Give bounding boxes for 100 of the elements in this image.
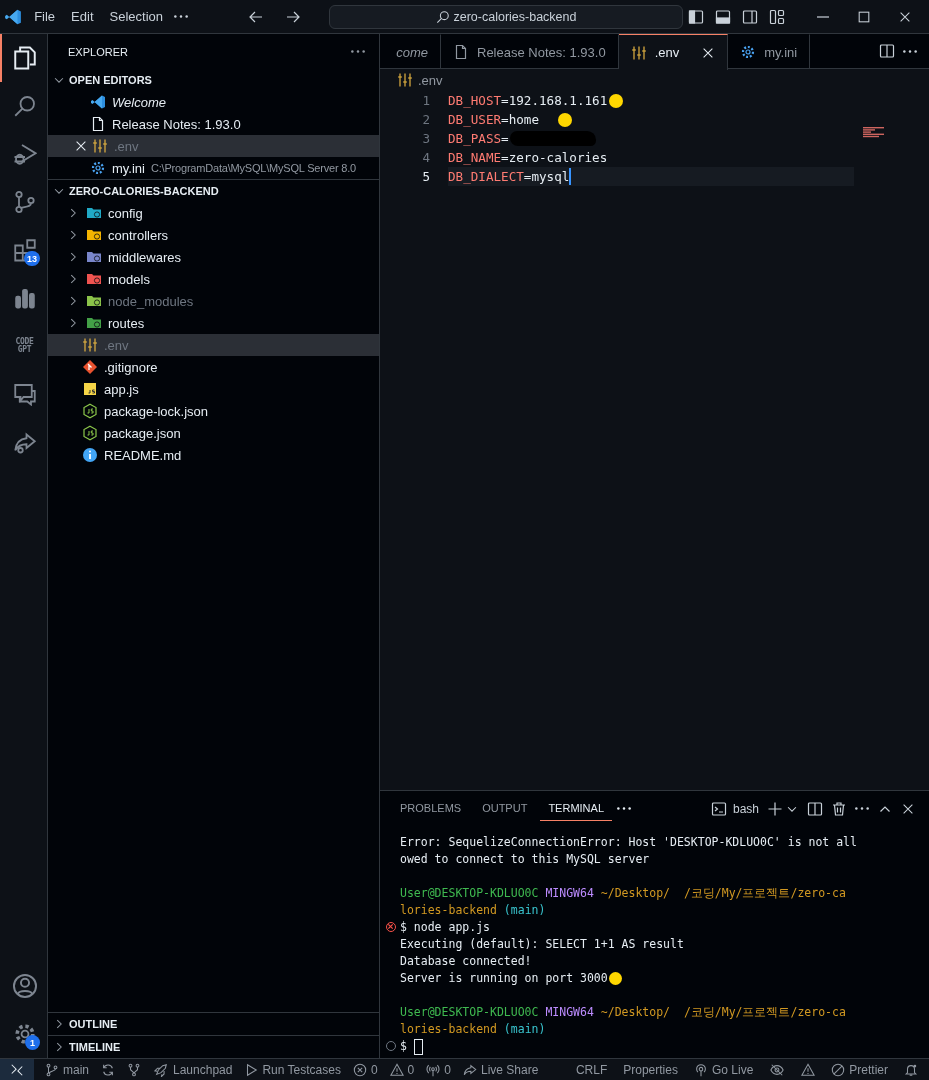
split-editor-icon bbox=[879, 43, 895, 59]
menu-item[interactable]: Edit bbox=[63, 6, 102, 27]
section-header[interactable]: TIMELINE bbox=[48, 1036, 379, 1058]
line-number: 2 bbox=[421, 112, 430, 127]
sync-icon bbox=[101, 1062, 115, 1077]
command-center-search[interactable]: zero-calories-backend bbox=[329, 4, 683, 29]
menu-item[interactable]: File bbox=[26, 6, 64, 27]
ports-status-button[interactable]: 0 bbox=[421, 1059, 456, 1080]
chat-icon bbox=[12, 382, 37, 406]
breadcrumb[interactable]: .env bbox=[418, 72, 443, 88]
editor-tab[interactable]: .env bbox=[618, 34, 729, 70]
hexagon-js-icon bbox=[82, 403, 98, 419]
terminal-line: Server is running on port 3000 bbox=[400, 970, 608, 987]
sidebar-layout-icon bbox=[688, 8, 704, 25]
folder-item[interactable]: config bbox=[48, 202, 379, 224]
search-icon bbox=[12, 94, 37, 118]
status-item[interactable]: Properties bbox=[618, 1059, 683, 1080]
menu-item[interactable]: Selection bbox=[101, 6, 171, 27]
terminal-line: Error: SequelizeConnectionError: Host 'DESKTOP-KDLUO0C' is not all bbox=[400, 834, 857, 851]
status-item[interactable]: CRLF bbox=[570, 1059, 613, 1080]
info-icon bbox=[82, 447, 98, 463]
extensions-activity-button[interactable]: 13 bbox=[0, 226, 47, 274]
branch-icon bbox=[45, 1062, 59, 1077]
line-number: 5 bbox=[421, 169, 430, 184]
panel-layout-icon bbox=[715, 8, 731, 25]
account-icon bbox=[11, 973, 38, 999]
terminal-line: Database connected! bbox=[400, 953, 532, 970]
close-icon bbox=[74, 139, 88, 153]
bar-chart-icon bbox=[13, 287, 36, 309]
section-header[interactable]: OPEN EDITORS bbox=[48, 69, 379, 91]
more-button[interactable] bbox=[855, 807, 869, 810]
explorer-entry[interactable]: .gitignore bbox=[48, 356, 379, 378]
sliders-icon bbox=[92, 138, 108, 154]
sliders-icon bbox=[82, 337, 98, 353]
terminal-line: $ bbox=[400, 1038, 407, 1055]
rocket-status-button[interactable]: Launchpad bbox=[148, 1059, 238, 1080]
more-button[interactable] bbox=[351, 50, 365, 53]
prettier-status-button[interactable]: Prettier bbox=[826, 1059, 893, 1080]
eye-off-icon bbox=[769, 1062, 786, 1077]
minimize-icon bbox=[817, 15, 829, 18]
document-icon bbox=[90, 116, 106, 132]
warning-status-button[interactable]: 0 bbox=[384, 1059, 420, 1080]
sliders-icon bbox=[397, 72, 413, 88]
code-line: DB_DIALECT=mysql bbox=[448, 169, 570, 184]
folder-item[interactable]: controllers bbox=[48, 224, 379, 246]
terminal-line: lories-backend (main) bbox=[400, 1021, 546, 1038]
explorer-entry[interactable]: package.json bbox=[48, 422, 379, 444]
folder-item[interactable]: routes bbox=[48, 312, 379, 334]
folder-item[interactable]: middlewares bbox=[48, 246, 379, 268]
search-icon bbox=[435, 9, 450, 24]
section-header[interactable]: ZERO-CALORIES-BACKEND bbox=[48, 180, 379, 202]
editor-tab[interactable]: Release Notes: 1.93.0 bbox=[441, 34, 619, 69]
more-button[interactable] bbox=[617, 807, 631, 810]
more-icon bbox=[351, 50, 365, 53]
split-editor-button[interactable] bbox=[879, 43, 895, 59]
folder-item[interactable]: node_modules bbox=[48, 290, 379, 312]
editor-tab[interactable]: come bbox=[380, 34, 441, 69]
explorer-entry[interactable]: README.md bbox=[48, 444, 379, 466]
code-line: DB_HOST=192.168.1.161 bbox=[448, 93, 608, 108]
gear-icon bbox=[90, 160, 106, 176]
more-icon bbox=[174, 15, 188, 18]
line-number: 3 bbox=[421, 131, 430, 146]
no-entry-icon bbox=[831, 1062, 846, 1077]
code-gpt-button[interactable]: CODE GPT bbox=[0, 322, 47, 370]
kill-terminal-button[interactable] bbox=[831, 800, 847, 817]
terminal-profile-button[interactable]: bash bbox=[710, 800, 759, 817]
code-line: DB_USER=home bbox=[448, 112, 539, 127]
terminal-line: owed to connect to this MySQL server bbox=[400, 851, 650, 868]
folder-item[interactable]: models bbox=[48, 268, 379, 290]
panel-tab[interactable]: OUTPUT bbox=[474, 796, 536, 821]
editor-tab[interactable]: my.ini bbox=[728, 34, 811, 69]
bell-icon bbox=[904, 1062, 918, 1077]
more-button[interactable] bbox=[903, 49, 917, 53]
extensions-icon bbox=[12, 238, 37, 262]
golive-status-button[interactable]: Go Live bbox=[688, 1059, 759, 1080]
explorer-entry[interactable]: package-lock.json bbox=[48, 400, 379, 422]
open-editor-item[interactable]: my.ini C:\ProgramData\MySQL\MySQL Server 8.0 bbox=[48, 157, 379, 179]
open-editor-item[interactable]: Welcome bbox=[48, 91, 379, 113]
count-badge: 13 bbox=[24, 251, 40, 266]
open-editor-item[interactable]: Release Notes: 1.93.0 bbox=[48, 113, 379, 135]
document-icon bbox=[453, 44, 469, 60]
error-decoration-icon bbox=[386, 922, 396, 932]
panel-tab[interactable]: TERMINAL bbox=[540, 796, 612, 821]
run-status-button[interactable]: Run Testcases bbox=[239, 1059, 346, 1080]
section-header[interactable]: OUTLINE bbox=[48, 1013, 379, 1035]
plus-icon bbox=[767, 800, 783, 817]
split-terminal-button[interactable] bbox=[807, 800, 823, 817]
run-debug-icon bbox=[12, 142, 37, 166]
branch-status-button[interactable]: main bbox=[40, 1059, 94, 1080]
panel-tab[interactable]: PROBLEMS bbox=[392, 796, 470, 821]
line-number: 1 bbox=[421, 93, 430, 108]
liveshare-status-button[interactable]: Live Share bbox=[457, 1059, 544, 1080]
explorer-entry[interactable]: app.js bbox=[48, 378, 379, 400]
new-terminal-button[interactable] bbox=[767, 800, 783, 817]
remote-button[interactable] bbox=[0, 1059, 34, 1080]
git-graph-icon bbox=[127, 1062, 141, 1077]
git-diamond-icon bbox=[82, 359, 98, 375]
settings-activity-button[interactable]: 1 bbox=[0, 1010, 47, 1058]
count-badge: 1 bbox=[25, 1035, 40, 1050]
error-status-button[interactable]: 0 bbox=[347, 1059, 383, 1080]
